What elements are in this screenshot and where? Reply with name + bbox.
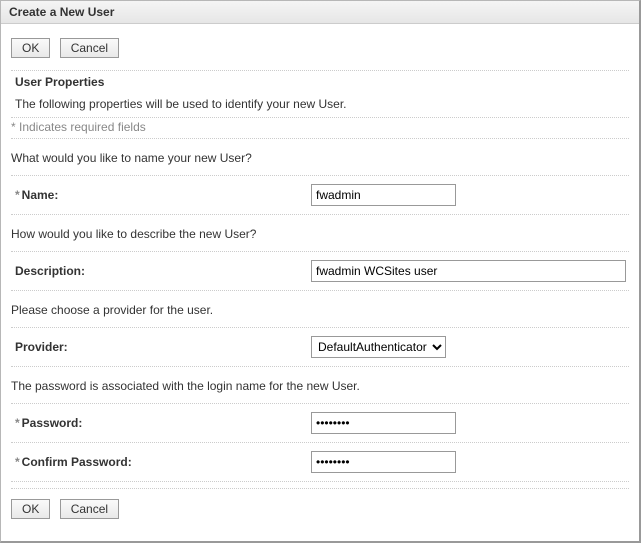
password-input[interactable] (311, 412, 456, 434)
description-label-text: Description: (15, 264, 85, 278)
provider-select[interactable]: DefaultAuthenticator (311, 336, 446, 358)
provider-field-wrap: DefaultAuthenticator (311, 336, 446, 358)
section-title: User Properties (11, 70, 629, 97)
provider-label-text: Provider: (15, 340, 68, 354)
description-label: Description: (11, 264, 311, 278)
cancel-button[interactable]: Cancel (60, 38, 119, 58)
confirm-password-field-wrap (311, 451, 456, 473)
required-marker: * (15, 416, 20, 430)
name-label-text: Name: (22, 188, 59, 202)
required-note: * Indicates required fields (11, 117, 629, 139)
panel-body: OK Cancel User Properties The following … (1, 24, 639, 541)
description-input[interactable] (311, 260, 626, 282)
description-field-wrap (311, 260, 626, 282)
description-row: Description: (11, 252, 629, 291)
button-row-bottom: OK Cancel (11, 488, 629, 529)
confirm-password-label: *Confirm Password: (11, 455, 311, 469)
description-prompt: How would you like to describe the new U… (11, 215, 629, 252)
password-row: *Password: (11, 404, 629, 443)
name-input[interactable] (311, 184, 456, 206)
confirm-password-row: *Confirm Password: (11, 443, 629, 482)
cancel-button-bottom[interactable]: Cancel (60, 499, 119, 519)
provider-row: Provider: DefaultAuthenticator (11, 328, 629, 367)
name-row: *Name: (11, 176, 629, 215)
password-prompt: The password is associated with the logi… (11, 367, 629, 404)
required-marker: * (15, 455, 20, 469)
confirm-password-label-text: Confirm Password: (22, 455, 132, 469)
panel-title: Create a New User (1, 1, 639, 24)
provider-prompt: Please choose a provider for the user. (11, 291, 629, 328)
password-field-wrap (311, 412, 456, 434)
name-field-wrap (311, 184, 456, 206)
confirm-password-input[interactable] (311, 451, 456, 473)
name-prompt: What would you like to name your new Use… (11, 139, 629, 176)
ok-button[interactable]: OK (11, 38, 50, 58)
section-desc: The following properties will be used to… (11, 97, 629, 117)
required-marker: * (15, 188, 20, 202)
password-label-text: Password: (22, 416, 83, 430)
ok-button-bottom[interactable]: OK (11, 499, 50, 519)
password-label: *Password: (11, 416, 311, 430)
create-user-panel: Create a New User OK Cancel User Propert… (0, 0, 641, 543)
provider-label: Provider: (11, 340, 311, 354)
name-label: *Name: (11, 188, 311, 202)
button-row-top: OK Cancel (11, 32, 629, 68)
